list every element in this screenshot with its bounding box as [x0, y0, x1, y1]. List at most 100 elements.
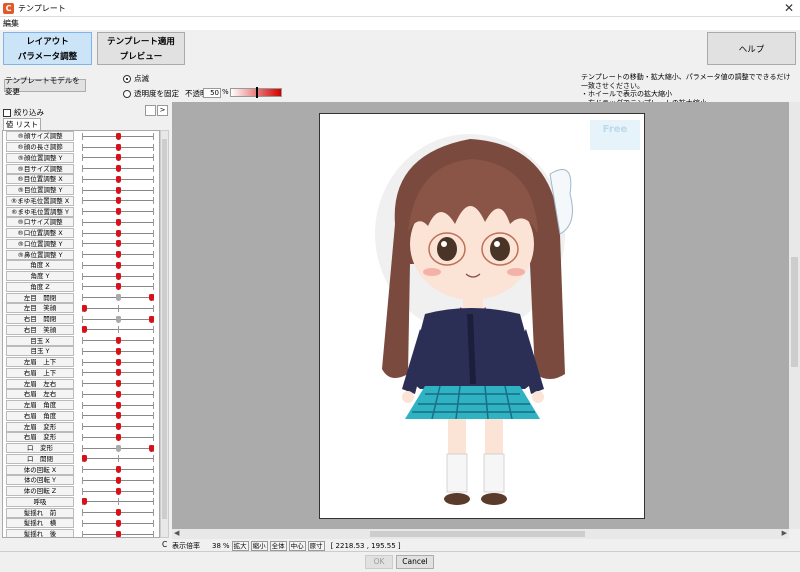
opacity-slider-marker[interactable]: [256, 87, 258, 98]
parameter-label[interactable]: ®目位置調整 X: [6, 174, 74, 185]
parameter-label[interactable]: ®口サイズ調整: [6, 217, 74, 228]
parameter-label[interactable]: 左眉 上下: [6, 357, 74, 368]
parameter-label[interactable]: 角度 Y: [6, 271, 74, 282]
canvas-vertical-scrollbar[interactable]: [789, 102, 800, 529]
parameter-slider[interactable]: [82, 132, 154, 141]
parameter-label[interactable]: ®顔の長さ調節: [6, 142, 74, 153]
slider-knob[interactable]: [115, 390, 121, 398]
slider-knob[interactable]: [149, 294, 154, 302]
parameter-label[interactable]: 右眉 変形: [6, 432, 74, 443]
parameter-slider[interactable]: [82, 519, 154, 528]
list-scroll-thumb[interactable]: [162, 139, 167, 519]
slider-knob[interactable]: [115, 175, 121, 183]
ok-button[interactable]: OK: [365, 555, 393, 569]
parameter-label[interactable]: ®まゆ毛位置調整 Y: [6, 206, 74, 217]
slider-knob[interactable]: [115, 143, 121, 151]
parameter-slider[interactable]: [82, 444, 154, 453]
opacity-input[interactable]: 50: [203, 88, 221, 98]
parameter-label[interactable]: 口 開閉: [6, 453, 74, 464]
parameter-slider[interactable]: [82, 454, 154, 463]
parameter-slider[interactable]: [82, 497, 154, 506]
parameter-label[interactable]: ®目サイズ調整: [6, 163, 74, 174]
preview-canvas[interactable]: Free: [172, 102, 800, 529]
parameter-label[interactable]: 髪揺れ 前: [6, 507, 74, 518]
parameter-label[interactable]: 左眉 左右: [6, 378, 74, 389]
parameter-slider[interactable]: [82, 250, 154, 259]
layout-mode-button[interactable]: レイアウト パラメータ調整: [3, 32, 92, 65]
filter-checkbox[interactable]: [3, 108, 11, 117]
apply-mode-button[interactable]: テンプレート適用 プレビュー: [97, 32, 185, 65]
slider-knob[interactable]: [115, 433, 121, 441]
parameter-slider[interactable]: [82, 347, 154, 356]
parameter-label[interactable]: 角度 X: [6, 260, 74, 271]
panel-expand-button[interactable]: >: [157, 105, 168, 116]
parameter-slider[interactable]: [82, 272, 154, 281]
parameter-slider[interactable]: [82, 229, 154, 238]
filter-option-button[interactable]: [145, 105, 156, 116]
zoom-out-button[interactable]: 縮小: [250, 540, 268, 551]
canvas-horizontal-scrollbar[interactable]: ◀ ▶: [172, 529, 789, 539]
parameter-slider[interactable]: [82, 422, 154, 431]
parameter-label[interactable]: 体の回転 X: [6, 464, 74, 475]
parameter-slider[interactable]: [82, 411, 154, 420]
tab-value-list[interactable]: 値 リスト: [3, 118, 41, 130]
slider-knob[interactable]: [115, 509, 121, 517]
change-model-button[interactable]: テンプレートモデルを変更: [4, 76, 86, 96]
parameter-slider[interactable]: [82, 336, 154, 345]
parameter-label[interactable]: 目玉 X: [6, 335, 74, 346]
parameter-slider[interactable]: [82, 487, 154, 496]
scroll-right-icon[interactable]: ▶: [782, 529, 787, 537]
parameter-label[interactable]: 体の回転 Y: [6, 475, 74, 486]
parameter-label[interactable]: 呼吸: [6, 496, 74, 507]
scroll-left-icon[interactable]: ◀: [174, 529, 179, 537]
close-icon[interactable]: ✕: [784, 1, 794, 15]
parameter-label[interactable]: 角度 Z: [6, 281, 74, 292]
parameter-slider[interactable]: [82, 508, 154, 517]
list-scrollbar[interactable]: [160, 130, 169, 538]
parameter-label[interactable]: ®顔サイズ調整: [6, 131, 74, 142]
slider-knob[interactable]: [82, 326, 87, 334]
parameter-slider[interactable]: [82, 358, 154, 367]
parameter-label[interactable]: 左眉 角度: [6, 400, 74, 411]
slider-knob[interactable]: [115, 487, 121, 495]
slider-knob[interactable]: [115, 337, 121, 345]
parameter-slider[interactable]: [82, 304, 154, 313]
slider-knob[interactable]: [115, 530, 121, 537]
slider-knob[interactable]: [115, 412, 121, 420]
vertical-scroll-thumb[interactable]: [791, 257, 798, 367]
parameter-slider[interactable]: [82, 379, 154, 388]
parameter-label[interactable]: 左目 開閉: [6, 292, 74, 303]
slider-knob[interactable]: [149, 444, 154, 452]
slider-knob[interactable]: [115, 186, 121, 194]
parameter-slider[interactable]: [82, 390, 154, 399]
filter-checkbox-row[interactable]: 絞り込み: [3, 107, 44, 118]
slider-knob[interactable]: [115, 240, 121, 248]
parameter-slider[interactable]: [82, 164, 154, 173]
parameter-slider[interactable]: [82, 207, 154, 216]
parameter-slider[interactable]: [82, 325, 154, 334]
parameter-label[interactable]: ®まゆ毛位置調整 X: [6, 195, 74, 206]
opacity-slider[interactable]: [230, 87, 282, 98]
slider-knob[interactable]: [115, 380, 121, 388]
fit-all-button[interactable]: 全体: [269, 540, 287, 551]
parameter-slider[interactable]: [82, 143, 154, 152]
slider-knob[interactable]: [115, 197, 121, 205]
slider-knob[interactable]: [115, 132, 121, 140]
parameter-label[interactable]: 口 変形: [6, 443, 74, 454]
slider-knob[interactable]: [115, 229, 121, 237]
parameter-label[interactable]: 目玉 Y: [6, 346, 74, 357]
zoom-in-button[interactable]: 拡大: [231, 540, 249, 551]
parameter-slider[interactable]: [82, 186, 154, 195]
menu-edit[interactable]: 編集: [3, 19, 19, 28]
slider-knob[interactable]: [115, 154, 121, 162]
parameter-slider[interactable]: [82, 175, 154, 184]
parameter-slider[interactable]: [82, 261, 154, 270]
template-paper[interactable]: Free: [319, 113, 645, 519]
slider-knob[interactable]: [115, 272, 121, 280]
center-button[interactable]: 中心: [288, 540, 306, 551]
slider-knob[interactable]: [115, 251, 121, 259]
slider-knob[interactable]: [115, 218, 121, 226]
parameter-slider[interactable]: [82, 196, 154, 205]
parameter-label[interactable]: ®鼻位置調整 Y: [6, 249, 74, 260]
parameter-label[interactable]: 右眉 上下: [6, 367, 74, 378]
